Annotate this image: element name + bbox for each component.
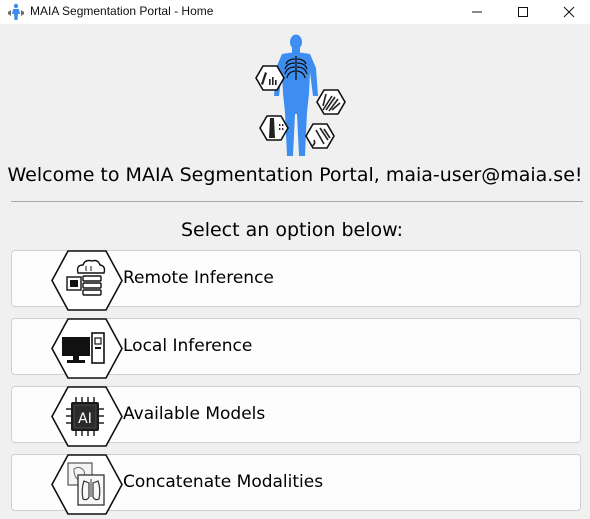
minimize-button[interactable] bbox=[454, 0, 500, 24]
available-models-button[interactable]: AI Available Models bbox=[11, 386, 581, 447]
close-button[interactable] bbox=[546, 0, 590, 24]
welcome-message: Welcome to MAIA Segmentation Portal, mai… bbox=[7, 164, 583, 186]
option-label: Concatenate Modalities bbox=[123, 472, 324, 492]
maximize-icon bbox=[518, 7, 528, 17]
option-label: Available Models bbox=[123, 404, 266, 424]
option-label: Remote Inference bbox=[123, 268, 274, 288]
concatenate-modalities-button[interactable]: Concatenate Modalities bbox=[11, 454, 581, 515]
svg-text:AI: AI bbox=[78, 411, 92, 427]
app-icon[interactable] bbox=[7, 3, 25, 21]
stacked-scans-icon bbox=[51, 454, 123, 515]
remote-inference-button[interactable]: Remote Inference bbox=[11, 250, 581, 311]
close-icon bbox=[563, 6, 575, 18]
cloud-server-gpu-icon bbox=[51, 250, 123, 311]
maia-body-anatomy-logo-icon bbox=[255, 34, 346, 156]
select-option-heading: Select an option below: bbox=[180, 219, 404, 241]
desktop-computer-icon bbox=[51, 318, 123, 379]
window-title: MAIA Segmentation Portal - Home bbox=[30, 4, 214, 18]
option-label: Local Inference bbox=[123, 336, 253, 356]
local-inference-button[interactable]: Local Inference bbox=[11, 318, 581, 379]
maximize-button[interactable] bbox=[500, 0, 546, 24]
minimize-icon bbox=[472, 11, 482, 13]
title-bar: MAIA Segmentation Portal - Home bbox=[0, 0, 590, 24]
divider bbox=[11, 201, 583, 202]
ai-chip-icon: AI bbox=[51, 386, 123, 447]
